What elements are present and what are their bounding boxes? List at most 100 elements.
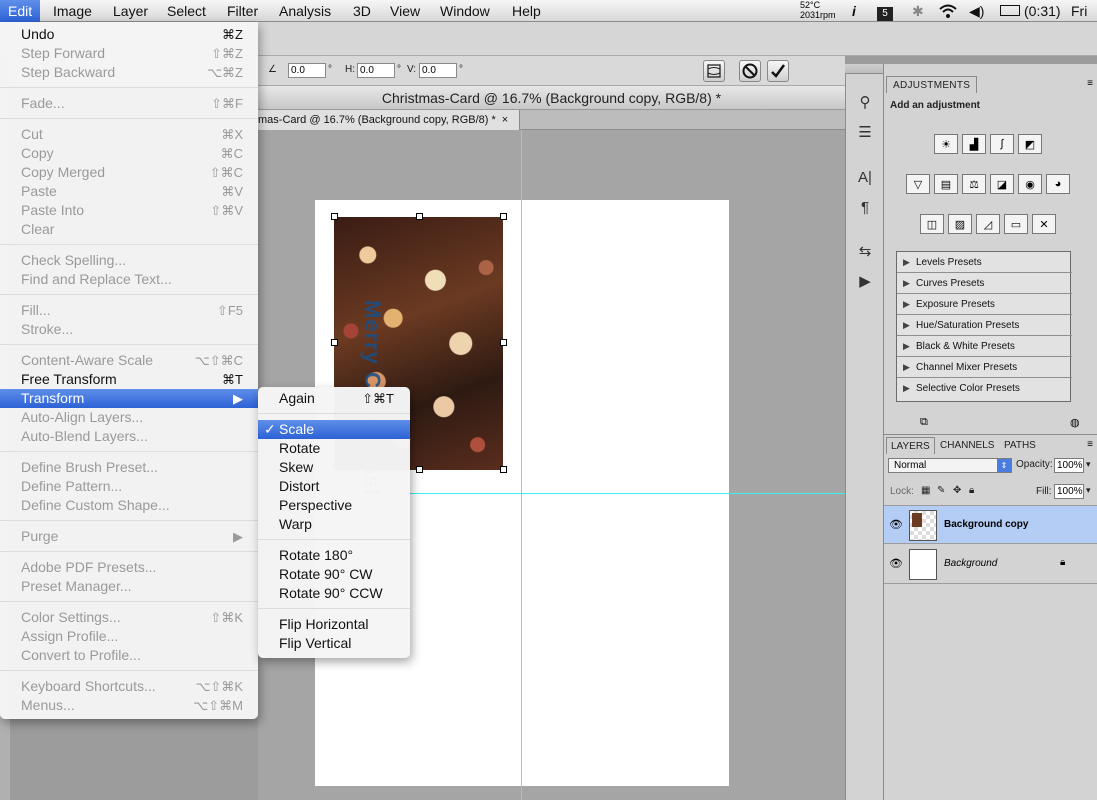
panel-menu-icon[interactable]: ≡ (1087, 439, 1093, 450)
black-white-icon[interactable]: ◪ (990, 174, 1014, 194)
v-skew-field[interactable]: 0.0 (419, 63, 457, 78)
menu-layer[interactable]: Layer (105, 0, 156, 22)
battery-icon[interactable] (1000, 0, 1020, 22)
menu-item-define-brush-preset[interactable]: Define Brush Preset... (0, 458, 258, 477)
tab-layers[interactable]: LAYERS (886, 437, 935, 454)
posterize-icon[interactable]: ▨ (948, 214, 972, 234)
lock-position-icon[interactable]: ✥ (953, 485, 961, 496)
menu-item-define-pattern[interactable]: Define Pattern... (0, 477, 258, 496)
temperature-status[interactable]: 52°C 2031rpm (800, 0, 846, 20)
menu-item-auto-blend-layers[interactable]: Auto-Blend Layers... (0, 427, 258, 446)
eye-icon[interactable]: 👁︎ (889, 518, 903, 531)
preset-selective-color[interactable]: ▶ Selective Color Presets (897, 378, 1072, 399)
vibrance-icon[interactable]: ▽ (906, 174, 930, 194)
close-tab-icon[interactable]: × (502, 114, 508, 126)
menu-item-free-transform[interactable]: Free Transform ⌘T (0, 370, 258, 389)
menu-item-stroke[interactable]: Stroke... (0, 320, 258, 339)
menu-item-paste-into[interactable]: Paste Into ⇧⌘V (0, 201, 258, 220)
lock-all-icon[interactable]: 🔒︎ (969, 485, 974, 496)
actions-icon[interactable]: ☰ (855, 122, 875, 142)
submenu-item-flip-horizontal[interactable]: Flip Horizontal (258, 615, 410, 634)
info-icon[interactable]: i (852, 0, 856, 22)
history-icon[interactable]: ⚲ (855, 92, 875, 112)
menu-item-copy-merged[interactable]: Copy Merged ⇧⌘C (0, 163, 258, 182)
transform-handle-right[interactable] (500, 339, 507, 346)
submenu-item-scale[interactable]: ✓ Scale (258, 420, 410, 439)
submenu-item-rotate[interactable]: Rotate (258, 439, 410, 458)
brightness-contrast-icon[interactable]: ☀ (934, 134, 958, 154)
menu-item-keyboard-shortcuts[interactable]: Keyboard Shortcuts... ⌥⇧⌘K (0, 677, 258, 696)
opacity-chevron-icon[interactable]: ▾ (1086, 459, 1091, 470)
angle-field[interactable]: 0.0 (288, 63, 326, 78)
menu-item-color-settings[interactable]: Color Settings... ⇧⌘K (0, 608, 258, 627)
invert-icon[interactable]: ◫ (920, 214, 944, 234)
menu-filter[interactable]: Filter (219, 0, 266, 22)
lock-image-icon[interactable]: ✎ (937, 485, 945, 496)
preset-levels[interactable]: ▶ Levels Presets (897, 252, 1072, 273)
submenu-item-perspective[interactable]: Perspective (258, 496, 410, 515)
clock[interactable]: Fri M (1071, 0, 1097, 41)
bluetooth-icon[interactable]: ✱ (912, 0, 924, 22)
paragraph-icon[interactable]: ¶ (855, 197, 875, 217)
preset-black-white[interactable]: ▶ Black & White Presets (897, 336, 1072, 357)
menu-window[interactable]: Window (432, 0, 498, 22)
tab-paths[interactable]: PATHS (1000, 437, 1040, 454)
menu-3d[interactable]: 3D (345, 0, 379, 22)
transform-handle-bottom-right[interactable] (500, 466, 507, 473)
preset-exposure[interactable]: ▶ Exposure Presets (897, 294, 1072, 315)
preset-hue-saturation[interactable]: ▶ Hue/Saturation Presets (897, 315, 1072, 336)
menu-item-step-backward[interactable]: Step Backward ⌥⌘Z (0, 63, 258, 82)
transform-handle-left[interactable] (331, 339, 338, 346)
menu-analysis[interactable]: Analysis (271, 0, 339, 22)
menu-help[interactable]: Help (504, 0, 549, 22)
layer-row-background-copy[interactable]: 👁︎ Background copy (884, 505, 1097, 544)
blend-mode-select[interactable]: Normal ⇕ (888, 458, 1012, 473)
menu-item-clear[interactable]: Clear (0, 220, 258, 239)
fill-field[interactable]: 100% (1054, 484, 1084, 499)
selective-color-icon[interactable]: ✕ (1032, 214, 1056, 234)
submenu-item-rotate-180[interactable]: Rotate 180° (258, 546, 410, 565)
tab-adjustments[interactable]: ADJUSTMENTS (886, 76, 978, 93)
menu-item-transform[interactable]: Transform ▶ (0, 389, 258, 408)
transform-handle-bottom[interactable] (416, 466, 423, 473)
menu-item-cut[interactable]: Cut ⌘X (0, 125, 258, 144)
volume-icon[interactable]: ◀) (969, 0, 984, 22)
horizontal-guide[interactable] (410, 493, 882, 494)
submenu-item-warp[interactable]: Warp (258, 515, 410, 534)
document-tab[interactable]: mas-Card @ 16.7% (Background copy, RGB/8… (258, 110, 520, 130)
menu-item-check-spelling[interactable]: Check Spelling... (0, 251, 258, 270)
vertical-guide[interactable] (521, 130, 522, 800)
cancel-transform-button[interactable] (739, 60, 761, 82)
menu-item-fill[interactable]: Fill... ⇧F5 (0, 301, 258, 320)
animation-icon[interactable]: ▶ (855, 271, 875, 291)
menu-image[interactable]: Image (45, 0, 100, 22)
channel-mixer-icon[interactable]: ◕ (1046, 174, 1070, 194)
commit-transform-button[interactable] (767, 60, 789, 82)
menu-item-find-replace[interactable]: Find and Replace Text... (0, 270, 258, 289)
expand-view-icon[interactable]: ⧉ (920, 416, 928, 429)
menu-item-content-aware-scale[interactable]: Content-Aware Scale ⌥⇧⌘C (0, 351, 258, 370)
menu-item-convert-to-profile[interactable]: Convert to Profile... (0, 646, 258, 665)
transform-handle-top[interactable] (416, 213, 423, 220)
opacity-field[interactable]: 100% (1054, 458, 1084, 473)
menu-item-menus[interactable]: Menus... ⌥⇧⌘M (0, 696, 258, 715)
warp-mode-button[interactable] (703, 60, 725, 82)
layer-row-background[interactable]: 👁︎ Background 🔒︎ (884, 545, 1097, 584)
menu-item-adobe-pdf-presets[interactable]: Adobe PDF Presets... (0, 558, 258, 577)
submenu-item-rotate-90-cw[interactable]: Rotate 90° CW (258, 565, 410, 584)
submenu-item-again[interactable]: Again ⇧⌘T (258, 389, 410, 408)
menu-item-define-custom-shape[interactable]: Define Custom Shape... (0, 496, 258, 515)
submenu-item-rotate-90-ccw[interactable]: Rotate 90° CCW (258, 584, 410, 603)
preset-channel-mixer[interactable]: ▶ Channel Mixer Presets (897, 357, 1072, 378)
submenu-item-skew[interactable]: Skew (258, 458, 410, 477)
lock-transparent-icon[interactable]: ▦ (921, 485, 930, 496)
tab-channels[interactable]: CHANNELS (936, 437, 998, 454)
photo-filter-icon[interactable]: ◉ (1018, 174, 1042, 194)
panel-menu-icon[interactable]: ≡ (1087, 78, 1093, 89)
menu-item-auto-align-layers[interactable]: Auto-Align Layers... (0, 408, 258, 427)
gradient-map-icon[interactable]: ▭ (1004, 214, 1028, 234)
transform-handle-top-left[interactable] (331, 213, 338, 220)
menu-edit[interactable]: Edit (0, 0, 41, 22)
h-skew-field[interactable]: 0.0 (357, 63, 395, 78)
curves-icon[interactable]: ∫ (990, 134, 1014, 154)
